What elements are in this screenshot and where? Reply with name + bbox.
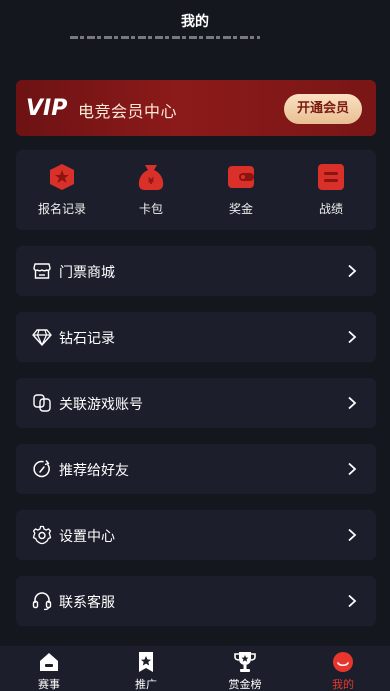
promote-icon (139, 652, 153, 672)
vip-logo-icon: VIP (26, 96, 67, 121)
bottom-tab-bar: 赛事 推广 赏金榜 我的 (0, 646, 390, 691)
chevron-right-icon (348, 462, 357, 476)
page-header: 我的 (0, 0, 390, 40)
chevron-right-icon (348, 528, 357, 542)
link-icon (33, 394, 51, 412)
tab-events[interactable]: 赛事 (19, 650, 79, 691)
headset-icon (32, 592, 52, 611)
record-list-icon (318, 164, 344, 190)
open-membership-button[interactable]: 开通会员 (284, 94, 362, 124)
menu-row-label: 关联游戏账号 (59, 397, 143, 413)
quick-item-card-bag[interactable]: ¥ 卡包 (111, 162, 191, 217)
quick-item-registration[interactable]: 报名记录 (22, 162, 102, 217)
gear-icon (32, 525, 52, 545)
tab-promote[interactable]: 推广 (116, 650, 176, 691)
menu-row-ticket-store[interactable]: 门票商城 (16, 246, 376, 296)
menu-row-label: 钻石记录 (59, 331, 115, 347)
page-title: 我的 (181, 14, 209, 30)
menu-row-label: 推荐给好友 (59, 463, 129, 479)
quick-item-records[interactable]: 战绩 (291, 162, 371, 217)
svg-text:¥: ¥ (148, 177, 155, 187)
svg-text:VIP: VIP (26, 96, 67, 121)
chevron-right-icon (348, 330, 357, 344)
trophy-icon (234, 652, 256, 672)
card-bag-icon: ¥ (138, 165, 164, 190)
menu-row-contact-service[interactable]: 联系客服 (16, 576, 376, 626)
menu-row-label: 门票商城 (59, 265, 115, 281)
store-icon (33, 263, 51, 279)
quick-item-bonus[interactable]: 奖金 (201, 162, 281, 217)
tab-bounty-board[interactable]: 赏金榜 (215, 650, 275, 691)
tab-mine[interactable]: 我的 (313, 650, 373, 691)
scrolled-text-remnant (70, 32, 260, 40)
menu-row-recommend-friend[interactable]: 推荐给好友 (16, 444, 376, 494)
menu-row-label: 设置中心 (59, 529, 115, 545)
vip-title: 电竞会员中心 (78, 102, 178, 121)
vip-banner[interactable]: VIP 电竞会员中心 开通会员 (16, 80, 376, 136)
quick-menu: 报名记录 ¥ 卡包 奖金 战绩 (16, 150, 376, 230)
chevron-right-icon (348, 396, 357, 410)
menu-row-link-game-account[interactable]: 关联游戏账号 (16, 378, 376, 428)
chevron-right-icon (348, 264, 357, 278)
menu-row-settings[interactable]: 设置中心 (16, 510, 376, 560)
profile-screen: 我的 VIP 电竞会员中心 开通会员 报名记录 ¥ 卡包 奖金 战绩 门票商城 … (0, 0, 390, 691)
profile-icon (333, 652, 353, 672)
menu-row-label: 联系客服 (59, 595, 115, 611)
chevron-right-icon (348, 594, 357, 608)
share-icon (33, 460, 50, 478)
home-icon (40, 653, 58, 671)
registration-record-icon (50, 164, 74, 190)
diamond-icon (32, 329, 52, 346)
menu-row-diamond-record[interactable]: 钻石记录 (16, 312, 376, 362)
wallet-icon (228, 166, 254, 188)
